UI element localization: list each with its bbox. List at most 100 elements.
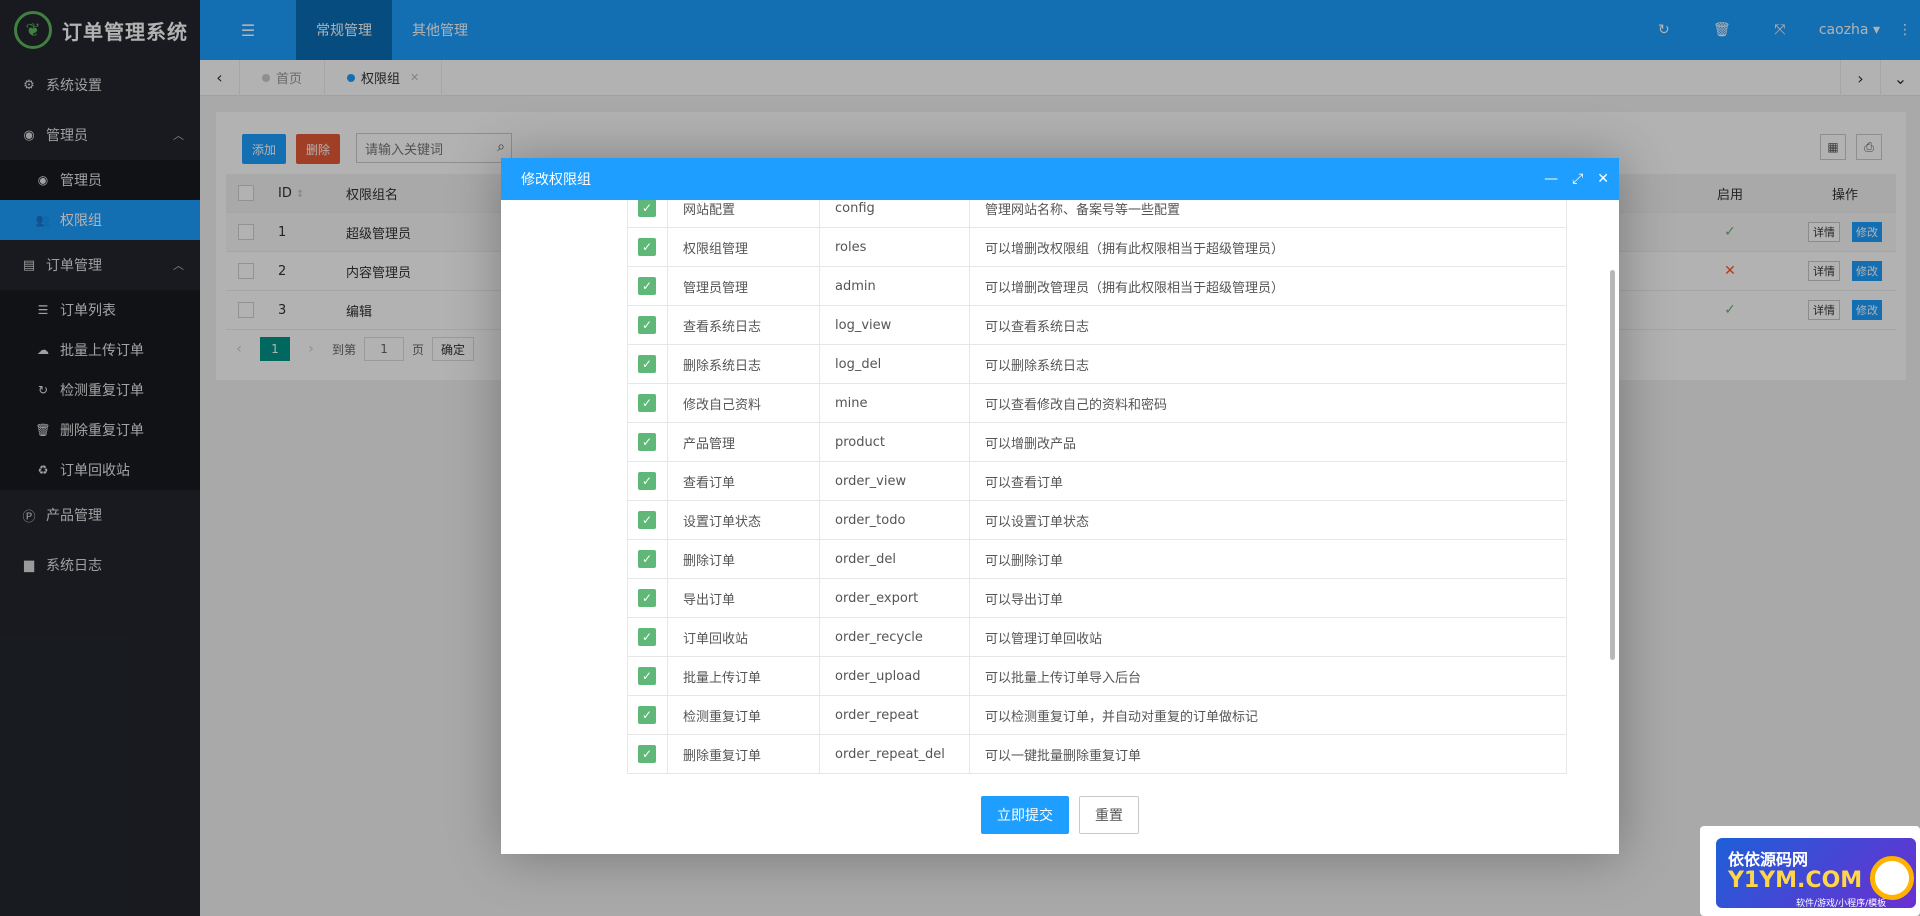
permission-checkbox[interactable]: ✓ <box>627 617 668 657</box>
modal-title: 修改权限组 <box>521 172 591 188</box>
permission-row: ✓ 导出订单 order_export 可以导出订单 <box>627 578 1567 618</box>
permission-row: ✓ 管理员管理 admin 可以增删改管理员（拥有此权限相当于超级管理员） <box>627 266 1567 306</box>
permission-checkbox[interactable]: ✓ <box>627 578 668 618</box>
permission-checkbox[interactable]: ✓ <box>627 305 668 345</box>
check-icon: ✓ <box>638 667 656 685</box>
permission-code: order_upload <box>819 656 970 696</box>
check-icon: ✓ <box>638 277 656 295</box>
check-icon: ✓ <box>638 355 656 373</box>
check-icon: ✓ <box>638 316 656 334</box>
check-icon: ✓ <box>638 511 656 529</box>
permission-row: ✓ 删除重复订单 order_repeat_del 可以一键批量删除重复订单 <box>627 734 1567 774</box>
permission-name: 修改自己资料 <box>667 383 820 423</box>
permission-row: ✓ 设置订单状态 order_todo 可以设置订单状态 <box>627 500 1567 540</box>
permission-checkbox[interactable]: ✓ <box>627 500 668 540</box>
permission-checkbox[interactable]: ✓ <box>627 539 668 579</box>
permission-row: ✓ 修改自己资料 mine 可以查看修改自己的资料和密码 <box>627 383 1567 423</box>
permission-name: 查看系统日志 <box>667 305 820 345</box>
permission-name: 删除系统日志 <box>667 344 820 384</box>
watermark-line3: 软件/游戏/小程序/模板 <box>1796 899 1887 909</box>
submit-button[interactable]: 立即提交 <box>981 796 1069 834</box>
check-icon: ✓ <box>638 200 656 217</box>
reset-button[interactable]: 重置 <box>1079 796 1139 834</box>
permission-code: product <box>819 422 970 462</box>
permission-name: 产品管理 <box>667 422 820 462</box>
permission-code: log_del <box>819 344 970 384</box>
modal-header: 修改权限组 — ⤢ ✕ <box>501 158 1619 200</box>
scrollbar[interactable] <box>1610 270 1615 660</box>
permission-desc: 可以查看修改自己的资料和密码 <box>969 383 1567 423</box>
permission-desc: 可以管理订单回收站 <box>969 617 1567 657</box>
permission-name: 设置订单状态 <box>667 500 820 540</box>
permission-checkbox[interactable]: ✓ <box>627 695 668 735</box>
check-icon: ✓ <box>638 706 656 724</box>
permission-checkbox[interactable]: ✓ <box>627 734 668 774</box>
modal-footer: 立即提交 重置 <box>501 776 1619 854</box>
permission-checkbox[interactable]: ✓ <box>627 227 668 267</box>
permission-name: 管理员管理 <box>667 266 820 306</box>
permission-desc: 可以查看系统日志 <box>969 305 1567 345</box>
check-icon: ✓ <box>638 745 656 763</box>
check-icon: ✓ <box>638 472 656 490</box>
watermark-line2: Y1YM.COM <box>1728 868 1863 893</box>
permission-name: 删除重复订单 <box>667 734 820 774</box>
permission-row: ✓ 删除系统日志 log_del 可以删除系统日志 <box>627 344 1567 384</box>
permission-code: order_recycle <box>819 617 970 657</box>
permission-desc: 可以删除订单 <box>969 539 1567 579</box>
permission-desc: 可以增删改产品 <box>969 422 1567 462</box>
permission-desc: 可以导出订单 <box>969 578 1567 618</box>
permission-checkbox[interactable]: ✓ <box>627 383 668 423</box>
permission-checkbox[interactable]: ✓ <box>627 422 668 462</box>
permission-code: order_repeat_del <box>819 734 970 774</box>
permission-checkbox[interactable]: ✓ <box>627 266 668 306</box>
permission-code: order_del <box>819 539 970 579</box>
permission-desc: 可以批量上传订单导入后台 <box>969 656 1567 696</box>
permission-row: ✓ 查看订单 order_view 可以查看订单 <box>627 461 1567 501</box>
minimize-icon[interactable]: — <box>1544 171 1558 187</box>
permission-code: order_view <box>819 461 970 501</box>
permission-row: ✓ 网站配置 config 管理网站名称、备案号等一些配置 <box>627 200 1567 228</box>
permission-code: mine <box>819 383 970 423</box>
permission-code: order_export <box>819 578 970 618</box>
permission-code: roles <box>819 227 970 267</box>
permission-desc: 可以删除系统日志 <box>969 344 1567 384</box>
magnifier-icon <box>1870 856 1914 900</box>
permission-row: ✓ 批量上传订单 order_upload 可以批量上传订单导入后台 <box>627 656 1567 696</box>
permission-row: ✓ 订单回收站 order_recycle 可以管理订单回收站 <box>627 617 1567 657</box>
permission-desc: 可以检测重复订单，并自动对重复的订单做标记 <box>969 695 1567 735</box>
permission-desc: 可以增删改管理员（拥有此权限相当于超级管理员） <box>969 266 1567 306</box>
permission-code: order_repeat <box>819 695 970 735</box>
permission-code: config <box>819 200 970 228</box>
permission-desc: 可以设置订单状态 <box>969 500 1567 540</box>
permission-name: 网站配置 <box>667 200 820 228</box>
permission-row: ✓ 删除订单 order_del 可以删除订单 <box>627 539 1567 579</box>
maximize-icon[interactable]: ⤢ <box>1572 171 1583 187</box>
check-icon: ✓ <box>638 550 656 568</box>
permission-checkbox[interactable]: ✓ <box>627 344 668 384</box>
check-icon: ✓ <box>638 628 656 646</box>
permission-checkbox[interactable]: ✓ <box>627 461 668 501</box>
check-icon: ✓ <box>638 433 656 451</box>
check-icon: ✓ <box>638 238 656 256</box>
watermark-line1: 依依源码网 <box>1728 850 1809 869</box>
check-icon: ✓ <box>638 394 656 412</box>
permission-name: 导出订单 <box>667 578 820 618</box>
permission-desc: 可以查看订单 <box>969 461 1567 501</box>
permission-name: 查看订单 <box>667 461 820 501</box>
permission-name: 权限组管理 <box>667 227 820 267</box>
permission-row: ✓ 查看系统日志 log_view 可以查看系统日志 <box>627 305 1567 345</box>
permission-row: ✓ 产品管理 product 可以增删改产品 <box>627 422 1567 462</box>
permission-code: log_view <box>819 305 970 345</box>
permission-checkbox[interactable]: ✓ <box>627 200 668 228</box>
permission-desc: 管理网站名称、备案号等一些配置 <box>969 200 1567 228</box>
permission-code: order_todo <box>819 500 970 540</box>
permission-name: 批量上传订单 <box>667 656 820 696</box>
close-icon[interactable]: ✕ <box>1597 171 1609 187</box>
permission-row: ✓ 检测重复订单 order_repeat 可以检测重复订单，并自动对重复的订单做标记 <box>627 695 1567 735</box>
permission-name: 检测重复订单 <box>667 695 820 735</box>
permission-name: 删除订单 <box>667 539 820 579</box>
modal-body: ✓ 网站配置 config 管理网站名称、备案号等一些配置 ✓ 权限组管理 roles 可以增… <box>501 200 1619 776</box>
permission-checkbox[interactable]: ✓ <box>627 656 668 696</box>
permissions-table: ✓ 网站配置 config 管理网站名称、备案号等一些配置 ✓ 权限组管理 roles 可以增… <box>627 200 1567 774</box>
permission-desc: 可以增删改权限组（拥有此权限相当于超级管理员） <box>969 227 1567 267</box>
